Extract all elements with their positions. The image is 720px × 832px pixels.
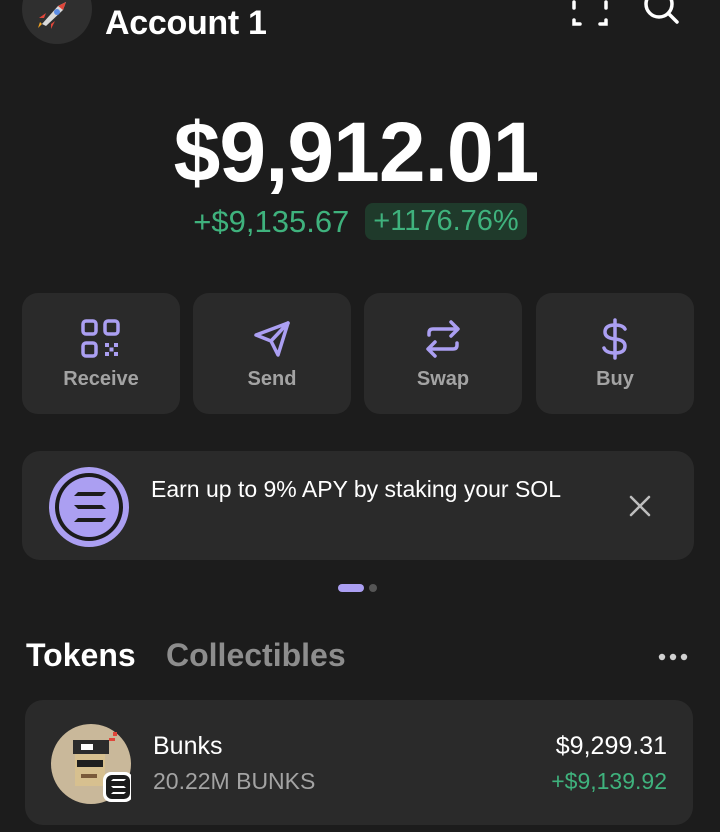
balance-change-percent-badge: +1176.76% [365, 203, 527, 240]
swap-arrows-icon [426, 320, 460, 358]
swap-button[interactable]: Swap [364, 293, 522, 414]
tab-tokens[interactable]: Tokens [26, 637, 136, 674]
send-button[interactable]: Send [193, 293, 351, 414]
dollar-icon [602, 318, 627, 360]
carousel-pager [0, 584, 720, 592]
token-value: $9,299.31 [555, 732, 667, 760]
close-icon[interactable] [626, 492, 654, 520]
header: Account 1 [0, 0, 720, 60]
wallet-home-screen: Account 1 $9,912.01 +$9,135.67 +1176.76% [0, 0, 720, 832]
token-change: +$9,139.92 [551, 768, 667, 794]
tab-collectibles[interactable]: Collectibles [166, 637, 346, 674]
receive-label: Receive [63, 368, 139, 390]
staking-banner[interactable]: Earn up to 9% APY by staking your SOL [22, 451, 694, 560]
buy-label: Buy [596, 368, 634, 390]
bunks-token-icon [51, 724, 131, 804]
search-icon[interactable] [640, 0, 682, 30]
asset-tabs: Tokens Collectibles [26, 637, 696, 677]
total-balance: $9,912.01 [173, 105, 540, 199]
swap-label: Swap [416, 368, 470, 390]
receive-button[interactable]: Receive [22, 293, 180, 414]
token-row[interactable]: Bunks 20.22M BUNKS $9,299.31 +$9,139.92 [25, 700, 693, 825]
buy-button[interactable]: Buy [536, 293, 694, 414]
staking-banner-text: Earn up to 9% APY by staking your SOL [151, 476, 561, 502]
balance-change-amount: +$9,135.67 [193, 203, 350, 239]
more-options-icon[interactable] [658, 653, 688, 661]
token-amount: 20.22M BUNKS [153, 768, 316, 794]
scan-icon[interactable] [570, 0, 610, 26]
account-name[interactable]: Account 1 [105, 4, 267, 43]
pager-dot-active[interactable] [338, 584, 364, 592]
send-arrow-icon [254, 321, 290, 357]
send-label: Send [247, 368, 297, 390]
token-name: Bunks [153, 732, 223, 760]
qr-code-icon [81, 319, 120, 358]
action-buttons: Receive Send Swap Buy [22, 293, 694, 414]
rocket-icon [38, 2, 66, 29]
account-avatar[interactable] [22, 0, 92, 44]
solana-logo-icon [49, 467, 129, 547]
balance-change-row: +$9,135.67 +1176.76% [0, 203, 720, 240]
pager-dot[interactable] [369, 584, 377, 592]
